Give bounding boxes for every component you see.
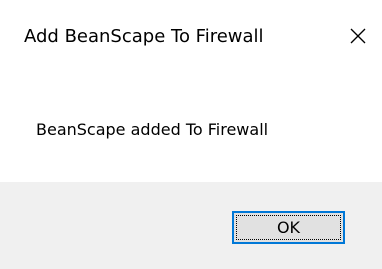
window-title: Add BeanScape To Firewall [24,26,264,47]
ok-button-label: OK [276,218,301,237]
close-button[interactable] [342,20,374,52]
title-bar[interactable]: Add BeanScape To Firewall [0,0,382,80]
message-dialog: Add BeanScape To Firewall BeanScape adde… [0,0,382,269]
close-icon [350,28,366,44]
ok-button[interactable]: OK [232,211,345,244]
message-text: BeanScape added To Firewall [36,120,269,139]
dialog-footer: OK [0,182,382,269]
